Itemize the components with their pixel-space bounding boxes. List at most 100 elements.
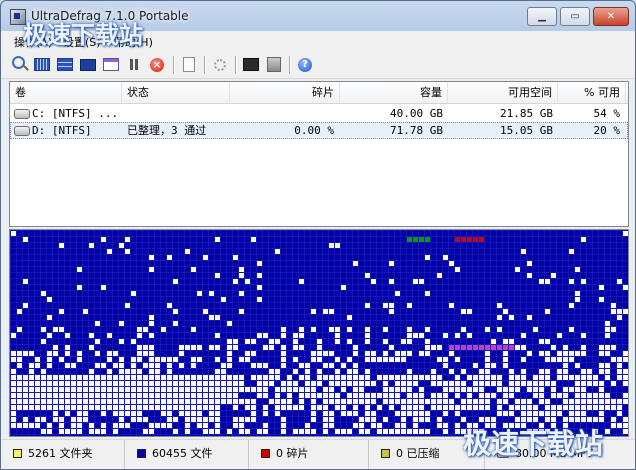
cluster-block	[251, 405, 256, 410]
stop-button[interactable]: ×	[148, 56, 166, 73]
cluster-block	[299, 279, 304, 284]
cluster-block	[491, 381, 496, 386]
column-fragmentation[interactable]: 碎片	[230, 82, 340, 103]
cluster-block	[65, 345, 70, 350]
cluster-block	[269, 339, 274, 344]
cluster-block	[353, 423, 358, 428]
help-button[interactable]: ?	[296, 56, 314, 73]
cluster-block	[119, 393, 124, 398]
cluster-block	[305, 369, 310, 374]
cluster-block	[557, 405, 562, 410]
pause-button[interactable]	[125, 56, 143, 73]
cluster-block	[161, 423, 166, 428]
cluster-block	[455, 387, 460, 392]
column-free-space[interactable]: 可用空间	[448, 82, 558, 103]
cluster-block	[53, 375, 58, 380]
cluster-block	[521, 345, 526, 350]
column-capacity[interactable]: 容量	[340, 82, 448, 103]
cluster-block	[599, 351, 604, 356]
cluster-block	[119, 357, 124, 362]
cluster-block	[137, 405, 142, 410]
cluster-block	[521, 417, 526, 422]
cluster-block	[275, 369, 280, 374]
cluster-block	[359, 393, 364, 398]
cluster-block	[149, 369, 154, 374]
cluster-block	[383, 417, 388, 422]
volume-list-header: 卷 状态 碎片 容量 可用空间 % 可用	[10, 82, 628, 104]
cluster-block	[143, 363, 148, 368]
cluster-block	[479, 393, 484, 398]
cluster-block	[503, 423, 508, 428]
column-volume[interactable]: 卷	[10, 82, 122, 103]
cluster-block	[485, 327, 490, 332]
cluster-map[interactable]	[9, 229, 629, 437]
app-icon[interactable]	[10, 9, 26, 25]
cluster-block	[569, 405, 574, 410]
volume-fragmentation	[230, 106, 334, 121]
cluster-block	[443, 363, 448, 368]
report-button[interactable]	[180, 56, 198, 73]
cluster-block	[401, 423, 406, 428]
cluster-block	[29, 369, 34, 374]
mft-optimize-button[interactable]	[102, 56, 120, 73]
cluster-block	[341, 429, 346, 434]
cluster-block	[575, 351, 580, 356]
volume-row-d[interactable]: D: [NTFS] 已整理，3 通过 0.00 % 71.78 GB 15.05…	[10, 122, 628, 139]
analyze-button[interactable]	[11, 56, 29, 73]
cluster-block	[173, 393, 178, 398]
defragment-button[interactable]	[33, 56, 51, 73]
cluster-block	[191, 417, 196, 422]
cluster-block	[539, 375, 544, 380]
menu-action[interactable]: 操作(A)	[14, 34, 52, 50]
cluster-block	[143, 381, 148, 386]
boot-script-button[interactable]	[265, 56, 283, 73]
cluster-block	[203, 255, 208, 260]
cluster-block	[239, 273, 244, 278]
cluster-block	[419, 417, 424, 422]
cluster-block	[119, 411, 124, 416]
cluster-block	[41, 387, 46, 392]
cluster-block	[395, 387, 400, 392]
cluster-block	[377, 423, 382, 428]
volume-row-c[interactable]: C: [NTFS] ... 40.00 GB 21.85 GB 54 %	[10, 105, 628, 122]
cluster-block	[419, 399, 424, 404]
menu-settings[interactable]: 设置(S)	[63, 34, 101, 50]
full-optimize-button[interactable]	[79, 56, 97, 73]
toolbar: × ?	[1, 51, 635, 79]
cluster-block	[227, 375, 232, 380]
cluster-block	[167, 303, 172, 308]
boot-time-button[interactable]	[242, 56, 260, 73]
cluster-block	[47, 429, 52, 434]
quick-optimize-button[interactable]	[56, 56, 74, 73]
column-status[interactable]: 状态	[122, 82, 230, 103]
cluster-block	[497, 399, 502, 404]
cluster-block	[89, 345, 94, 350]
cluster-block	[173, 399, 178, 404]
title-bar[interactable]: UltraDefrag 7.1.0 Portable ▁ ▭ ✕	[1, 1, 635, 31]
cluster-block	[161, 357, 166, 362]
menu-help[interactable]: 帮助(H)	[114, 34, 153, 50]
cluster-block	[257, 375, 262, 380]
cluster-block	[299, 327, 304, 332]
toolbar-separator	[204, 56, 206, 74]
maximize-button[interactable]: ▭	[560, 7, 590, 26]
cluster-block	[401, 339, 406, 344]
volume-list[interactable]: 卷 状态 碎片 容量 可用空间 % 可用 C: [NTFS] ... 40.00…	[9, 81, 629, 227]
cluster-block	[485, 351, 490, 356]
cluster-block	[449, 261, 454, 266]
cluster-block	[197, 381, 202, 386]
settings-button[interactable]	[211, 56, 229, 73]
cluster-block	[593, 405, 598, 410]
cluster-block	[89, 429, 94, 434]
cluster-block	[293, 429, 298, 434]
cluster-block	[233, 405, 238, 410]
minimize-button[interactable]: ▁	[527, 7, 557, 26]
cluster-block	[581, 411, 586, 416]
cluster-block	[293, 357, 298, 362]
cluster-block	[131, 405, 136, 410]
cluster-block	[347, 375, 352, 380]
cluster-block	[203, 393, 208, 398]
column-percent-free[interactable]: % 可用	[558, 82, 626, 103]
cluster-block	[149, 381, 154, 386]
close-button[interactable]: ✕	[593, 7, 629, 26]
